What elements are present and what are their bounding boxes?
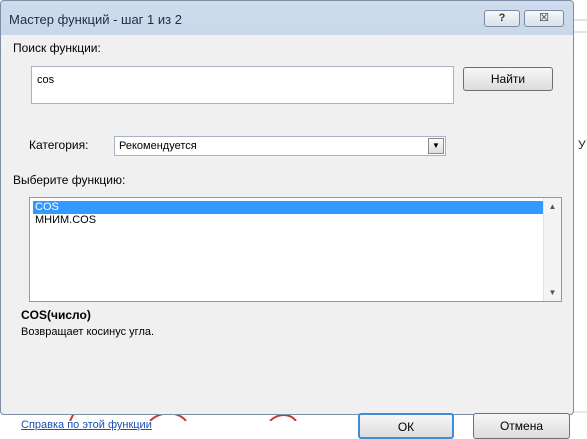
search-input[interactable]: cos: [31, 66, 454, 104]
close-icon: ☒: [539, 12, 549, 24]
search-input-value: cos: [37, 74, 55, 86]
function-listbox[interactable]: COS МНИМ.COS ▲ ▼: [29, 197, 562, 302]
function-wizard-dialog: Мастер функций - шаг 1 из 2 ? ☒ Поиск фу…: [0, 0, 574, 439]
list-item[interactable]: COS: [33, 201, 545, 214]
function-list-scrollbar[interactable]: ▲ ▼: [543, 198, 561, 301]
background-cell-letter: У: [578, 138, 586, 152]
dialog-title: Мастер функций - шаг 1 из 2: [9, 12, 182, 27]
function-description: Возвращает косинус угла.: [21, 326, 155, 338]
category-label: Категория:: [29, 138, 89, 152]
dialog-titlebar[interactable]: Мастер функций - шаг 1 из 2 ? ☒: [1, 1, 573, 35]
close-title-button[interactable]: ☒: [524, 10, 564, 27]
chevron-down-icon[interactable]: ▼: [428, 138, 444, 154]
function-list-label: Выберите функцию:: [13, 173, 126, 187]
ok-button[interactable]: ОК: [358, 413, 454, 439]
scroll-up-icon[interactable]: ▲: [544, 198, 561, 215]
scroll-down-icon[interactable]: ▼: [544, 284, 561, 301]
list-item[interactable]: МНИМ.COS: [33, 214, 545, 227]
search-label: Поиск функции:: [13, 41, 101, 55]
help-title-button[interactable]: ?: [484, 10, 520, 27]
category-selected-value: Рекомендуется: [119, 140, 197, 152]
function-signature: COS(число): [21, 308, 91, 322]
cancel-button[interactable]: Отмена: [473, 413, 570, 439]
dialog-client-area: Поиск функции: cos Найти Категория: Реко…: [7, 35, 570, 439]
find-button[interactable]: Найти: [463, 67, 553, 91]
category-select[interactable]: Рекомендуется ▼: [114, 136, 446, 156]
